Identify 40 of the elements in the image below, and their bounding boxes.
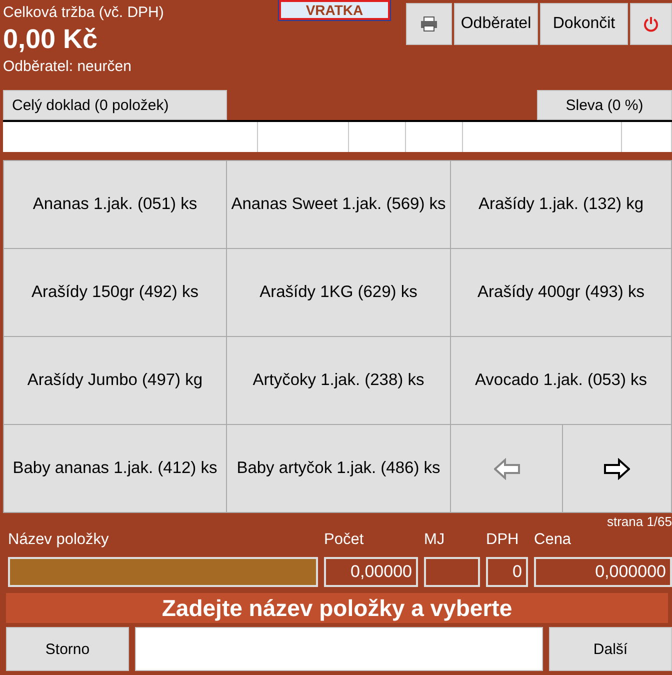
product-button[interactable]: Arašídy 1KG (629) ks [227, 249, 450, 336]
product-button[interactable]: Baby artyčok 1.jak. (486) ks [227, 425, 450, 512]
product-button[interactable]: Ananas Sweet 1.jak. (569) ks [227, 161, 450, 248]
product-button[interactable]: Arašídy 150gr (492) ks [4, 249, 226, 336]
input-field[interactable] [424, 557, 480, 587]
discount-tab[interactable]: Sleva (0 %) [537, 90, 672, 120]
return-mode-badge: VRATKA [279, 0, 390, 20]
field-label: MJ [424, 531, 446, 549]
customer-button[interactable]: Odběratel [454, 3, 538, 45]
instruction-banner: Zadejte název položky a vyberte [6, 593, 668, 623]
input-field[interactable]: 0 [486, 557, 528, 587]
next-button[interactable]: Další [549, 627, 672, 671]
input-field[interactable]: 0,00000 [324, 557, 418, 587]
product-button[interactable]: Avocado 1.jak. (053) ks [451, 337, 671, 424]
field-label: Počet [324, 531, 365, 549]
customer-label: Odběratel: neurčen [3, 58, 132, 75]
product-button[interactable]: Arašídy Jumbo (497) kg [4, 337, 226, 424]
power-button[interactable] [630, 3, 672, 45]
finish-button[interactable]: Dokončit [540, 3, 628, 45]
field-label: DPH [486, 531, 520, 549]
input-field[interactable]: 0,000000 [534, 557, 672, 587]
product-button[interactable]: Ananas 1.jak. (051) ks [4, 161, 226, 248]
page-indicator: strana 1/65 [606, 514, 672, 529]
search-field[interactable] [135, 627, 543, 671]
document-tab[interactable]: Celý doklad (0 položek) [3, 90, 227, 120]
cancel-button[interactable]: Storno [6, 627, 129, 671]
right-arrow-icon [604, 458, 630, 480]
left-arrow-icon [494, 458, 520, 480]
power-icon [643, 16, 659, 32]
product-button[interactable]: Arašídy 400gr (493) ks [451, 249, 671, 336]
product-button[interactable]: Arašídy 1.jak. (132) kg [451, 161, 671, 248]
product-button[interactable]: Baby ananas 1.jak. (412) ks [4, 425, 226, 512]
input-field[interactable] [8, 557, 318, 587]
printer-icon [420, 16, 438, 32]
product-button[interactable]: Artyčoky 1.jak. (238) ks [227, 337, 450, 424]
revenue-label: Celková tržba (vč. DPH) [3, 4, 165, 21]
field-label: Cena [534, 531, 572, 549]
total-amount: 0,00 Kč [3, 24, 99, 55]
field-label: Název položky [8, 531, 110, 549]
print-button[interactable] [406, 3, 452, 45]
